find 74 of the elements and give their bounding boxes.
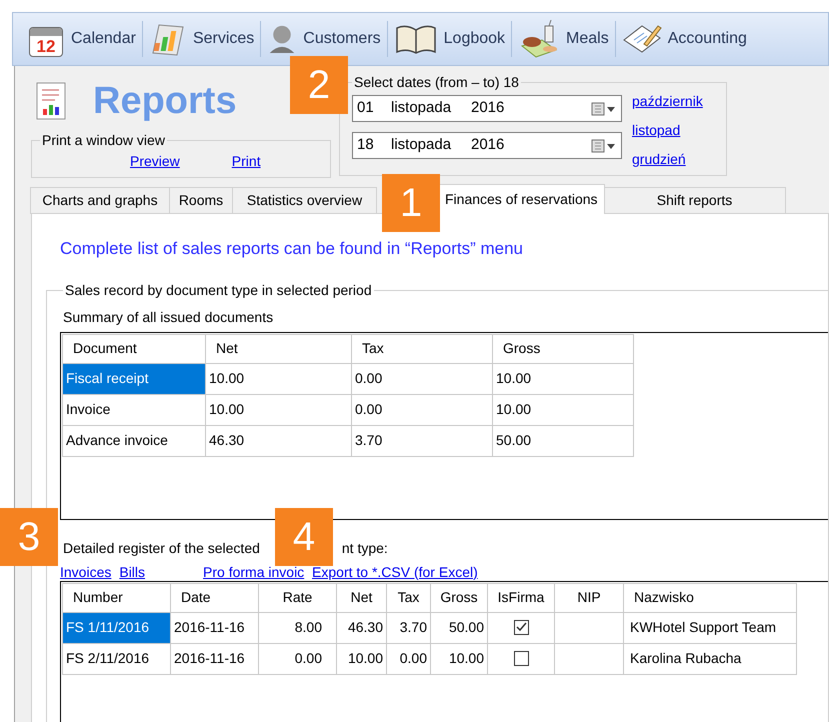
column-header: NIP — [554, 583, 624, 612]
toolbar-button[interactable]: Logbook — [392, 22, 508, 56]
callout-number: 2 — [290, 56, 348, 114]
notice-text: Complete list of sales reports can be found in “Reports” menu — [59, 238, 524, 260]
link[interactable]: listopad — [632, 120, 703, 141]
link[interactable]: Bills — [119, 562, 146, 580]
checkbox[interactable] — [514, 651, 528, 666]
checkbox[interactable] — [514, 620, 528, 635]
toolbar-button[interactable]: Customers — [265, 25, 383, 53]
callout-number: 4 — [275, 508, 333, 566]
table-cell: 3.70 — [386, 612, 430, 643]
link[interactable]: Preview — [130, 151, 180, 172]
column-header: Gross — [430, 583, 488, 612]
table-cell: 10.00 — [430, 643, 488, 674]
date-field[interactable]: 18 listopada 2016 — [352, 132, 622, 159]
table-cell: FS 1/11/2016 — [62, 612, 170, 643]
group-title: Sales record by document type in selected period — [64, 280, 373, 300]
column-header: Rate — [258, 583, 336, 612]
toolbar-button[interactable]: Meals — [516, 20, 611, 58]
column-header: Net — [206, 334, 352, 363]
table-cell: Advance invoice — [62, 425, 206, 456]
table-cell: KWHotel Support Team — [624, 612, 796, 643]
link[interactable]: Print — [232, 151, 261, 172]
tab[interactable]: Shift reports — [604, 187, 786, 214]
table-cell: 0.00 — [352, 363, 492, 394]
table-cell: 8.00 — [258, 612, 336, 643]
table-cell: 50.00 — [492, 425, 634, 456]
date-field[interactable]: 01 listopada 2016 — [352, 95, 622, 122]
page-title: Reports — [93, 82, 237, 120]
table-cell: 10.00 — [492, 394, 634, 425]
column-header: Nazwisko — [624, 583, 796, 612]
column-header: Tax — [386, 583, 430, 612]
column-header: Number — [62, 583, 170, 612]
toolbar-button[interactable]: Services — [146, 21, 256, 57]
table-cell: 50.00 — [430, 612, 488, 643]
table-cell: 46.30 — [206, 425, 352, 456]
callout-number: 1 — [382, 174, 440, 232]
calendar-dropdown-icon[interactable] — [591, 138, 617, 152]
toolbar-button[interactable]: 12 Calendar — [27, 21, 138, 57]
table-cell: FS 2/11/2016 — [62, 643, 170, 674]
table-cell: 2016-11-16 — [170, 612, 258, 643]
callout-number: 3 — [0, 508, 58, 566]
table-cell: Karolina Rubacha — [624, 643, 796, 674]
table-cell: 0.00 — [386, 643, 430, 674]
section-title: Detailed register of the selected — [63, 538, 260, 558]
tab[interactable]: Charts and graphs — [30, 187, 170, 214]
table-cell: 0.00 — [352, 394, 492, 425]
table-cell: Fiscal receipt — [62, 363, 206, 394]
table-cell: 10.00 — [492, 363, 634, 394]
table-cell: 0.00 — [258, 643, 336, 674]
link[interactable]: październik — [632, 91, 703, 112]
tab[interactable]: Statistics overview — [232, 187, 377, 214]
link[interactable]: grudzień — [632, 149, 703, 170]
column-header: Date — [170, 583, 258, 612]
table-cell: 10.00 — [206, 394, 352, 425]
tab[interactable]: Finances of reservations — [438, 184, 605, 214]
table-cell: 3.70 — [352, 425, 492, 456]
column-header: Gross — [492, 334, 634, 363]
table-title: Summary of all issued documents — [63, 308, 274, 327]
column-header: IsFirma — [488, 583, 554, 612]
table-cell: 46.30 — [336, 612, 386, 643]
toolbar-button[interactable]: Accounting — [620, 22, 749, 56]
table-cell: Invoice — [62, 394, 206, 425]
table-cell: 10.00 — [206, 363, 352, 394]
section-title: nt type: — [342, 538, 388, 558]
calendar-dropdown-icon[interactable] — [591, 102, 617, 116]
column-header: Net — [336, 583, 386, 612]
column-header: Tax — [352, 334, 492, 363]
group-title: Print a window view — [41, 131, 166, 150]
column-header: Document — [62, 334, 206, 363]
table-cell: 10.00 — [336, 643, 386, 674]
link[interactable]: Invoices — [60, 562, 112, 580]
table-cell: 2016-11-16 — [170, 643, 258, 674]
group-title: Select dates (from – to) 18 — [353, 73, 520, 92]
